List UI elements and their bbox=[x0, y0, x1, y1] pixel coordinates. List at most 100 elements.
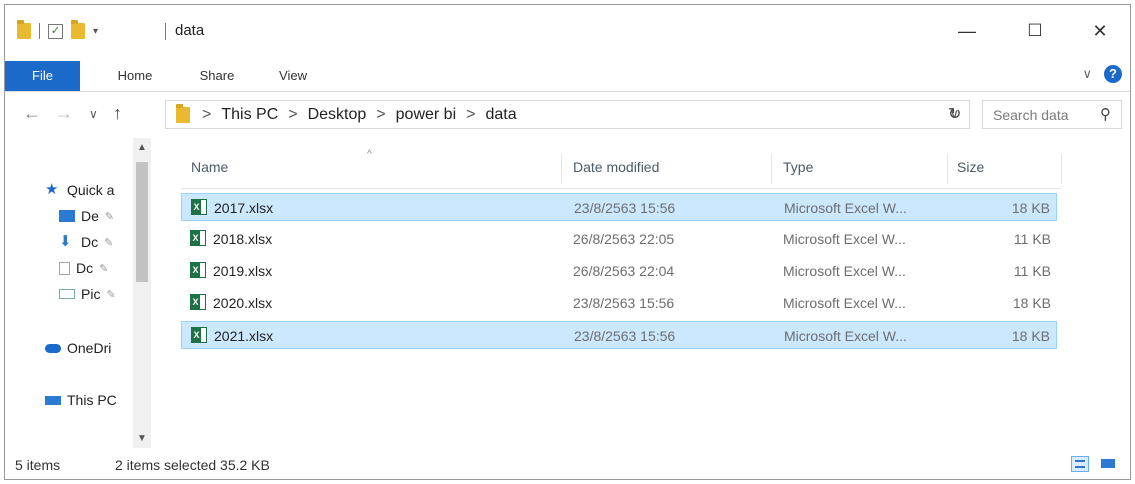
pin-icon: ✎ bbox=[104, 236, 114, 249]
breadcrumb-separator: > bbox=[202, 106, 212, 123]
quick-access-toolbar: ✓ ▾ bbox=[17, 20, 98, 39]
star-icon: ★ bbox=[45, 181, 59, 198]
divider bbox=[39, 23, 40, 39]
status-bar: 5 items 2 items selected 35.2 KB bbox=[5, 449, 1130, 479]
breadcrumb-power-bi[interactable]: power bi bbox=[396, 106, 456, 124]
excel-file-icon bbox=[191, 199, 207, 215]
file-date: 23/8/2563 15:56 bbox=[574, 328, 676, 344]
divider bbox=[165, 23, 166, 40]
nav-item-pictures[interactable]: Pic ✎ bbox=[59, 286, 116, 302]
pin-icon: ✎ bbox=[104, 210, 115, 223]
help-icon[interactable]: ? bbox=[1104, 65, 1122, 83]
refresh-icon[interactable]: ↻ bbox=[948, 104, 961, 124]
ribbon-controls: ∨ ? bbox=[1082, 65, 1122, 83]
file-size: 18 KB bbox=[1011, 328, 1050, 344]
large-icons-view-button[interactable] bbox=[1099, 456, 1117, 472]
back-arrow-icon[interactable]: ← bbox=[23, 103, 41, 124]
nav-item-label: Dc bbox=[76, 260, 94, 276]
item-count: 5 items bbox=[15, 457, 61, 473]
nav-item-label: Quick a bbox=[67, 182, 115, 198]
scroll-up-icon[interactable]: ▲ bbox=[133, 142, 151, 153]
computer-icon bbox=[45, 395, 61, 405]
column-headers: Name Date modified Type Size bbox=[181, 148, 1062, 189]
breadcrumb-separator: > bbox=[376, 106, 386, 123]
customize-toolbar-icon[interactable]: ▾ bbox=[93, 26, 98, 37]
column-divider[interactable] bbox=[561, 154, 562, 184]
nav-item-label: This PC bbox=[67, 392, 117, 408]
excel-file-icon bbox=[191, 327, 207, 343]
download-icon: ⬇ bbox=[59, 233, 72, 250]
column-divider[interactable] bbox=[1061, 154, 1062, 184]
nav-item-this-pc[interactable]: This PC bbox=[45, 392, 117, 408]
file-type: Microsoft Excel W... bbox=[783, 231, 906, 247]
file-name: 2020.xlsx bbox=[213, 295, 273, 311]
minimize-button[interactable]: — bbox=[947, 17, 987, 45]
file-row-2017[interactable]: 2017.xlsx 23/8/2563 15:56 Microsoft Exce… bbox=[181, 193, 1057, 221]
nav-item-desktop[interactable]: De ✎ bbox=[59, 208, 114, 224]
scroll-down-icon[interactable]: ▼ bbox=[133, 433, 151, 444]
scrollbar-thumb[interactable] bbox=[136, 162, 148, 282]
file-row-2019[interactable]: 2019.xlsx 26/8/2563 22:04 Microsoft Exce… bbox=[181, 257, 1057, 285]
file-date: 26/8/2563 22:05 bbox=[573, 231, 675, 247]
file-row-2018[interactable]: 2018.xlsx 26/8/2563 22:05 Microsoft Exce… bbox=[181, 225, 1057, 253]
details-view-button[interactable] bbox=[1071, 456, 1089, 472]
document-icon bbox=[59, 261, 70, 275]
nav-item-documents[interactable]: Dc ✎ bbox=[59, 260, 108, 276]
recent-locations-icon[interactable]: ∨ bbox=[89, 107, 98, 121]
up-arrow-icon[interactable]: ↑ bbox=[113, 103, 122, 124]
column-header-name[interactable]: Name bbox=[191, 159, 228, 175]
search-input[interactable]: Search data ⚲ bbox=[982, 100, 1122, 129]
search-icon[interactable]: ⚲ bbox=[1100, 105, 1111, 123]
tab-view[interactable]: View bbox=[263, 61, 323, 91]
file-type: Microsoft Excel W... bbox=[783, 295, 906, 311]
column-header-size[interactable]: Size bbox=[957, 159, 984, 175]
file-type: Microsoft Excel W... bbox=[783, 263, 906, 279]
new-folder-icon[interactable] bbox=[71, 20, 85, 39]
column-header-date-modified[interactable]: Date modified bbox=[573, 159, 659, 175]
file-type: Microsoft Excel W... bbox=[784, 328, 907, 344]
nav-item-onedrive[interactable]: OneDri bbox=[45, 340, 111, 356]
breadcrumb-desktop[interactable]: Desktop bbox=[308, 106, 367, 124]
cloud-icon bbox=[45, 343, 61, 353]
close-button[interactable]: ✕ bbox=[1080, 17, 1120, 45]
expand-ribbon-icon[interactable]: ∨ bbox=[1082, 66, 1092, 82]
nav-pane-scrollbar[interactable]: ▲ ▼ bbox=[133, 138, 151, 448]
pin-icon: ✎ bbox=[99, 262, 109, 275]
file-date: 23/8/2563 15:56 bbox=[573, 295, 675, 311]
maximize-button[interactable]: ☐ bbox=[1015, 17, 1055, 45]
file-row-2020[interactable]: 2020.xlsx 23/8/2563 15:56 Microsoft Exce… bbox=[181, 289, 1057, 317]
forward-arrow-icon[interactable]: → bbox=[55, 103, 73, 124]
desktop-icon bbox=[59, 210, 75, 222]
column-divider[interactable] bbox=[771, 154, 772, 184]
properties-check-icon[interactable]: ✓ bbox=[48, 23, 63, 39]
breadcrumb-data[interactable]: data bbox=[485, 106, 516, 124]
file-size: 11 KB bbox=[1013, 263, 1051, 279]
breadcrumb-separator: > bbox=[288, 106, 298, 123]
tab-share[interactable]: Share bbox=[187, 61, 247, 91]
title-bar: ✓ ▾ data — ☐ ✕ bbox=[5, 5, 1130, 61]
tab-file[interactable]: File bbox=[5, 61, 80, 91]
file-name: 2021.xlsx bbox=[214, 328, 274, 344]
breadcrumb-separator: > bbox=[466, 106, 476, 123]
search-placeholder: Search data bbox=[993, 107, 1069, 123]
column-divider[interactable] bbox=[947, 154, 948, 184]
excel-file-icon bbox=[190, 294, 206, 310]
address-bar[interactable]: > This PC > Desktop > power bi > data ∨ bbox=[165, 100, 970, 129]
nav-item-label: Dc bbox=[81, 234, 99, 250]
file-date: 23/8/2563 15:56 bbox=[574, 200, 676, 216]
column-header-type[interactable]: Type bbox=[783, 159, 813, 175]
sort-indicator-icon: ^ bbox=[367, 149, 372, 160]
excel-file-icon bbox=[190, 262, 206, 278]
file-row-2021[interactable]: 2021.xlsx 23/8/2563 15:56 Microsoft Exce… bbox=[181, 321, 1057, 349]
nav-item-quick-access[interactable]: ★ Quick a bbox=[45, 182, 114, 198]
pictures-icon bbox=[59, 289, 75, 299]
explorer-window: ✓ ▾ data — ☐ ✕ File Home Share View ∨ ? … bbox=[4, 4, 1131, 480]
folder-icon[interactable] bbox=[17, 20, 31, 39]
nav-item-downloads[interactable]: ⬇ Dc ✎ bbox=[59, 234, 113, 250]
selection-info: 2 items selected 35.2 KB bbox=[115, 457, 270, 473]
nav-item-label: OneDri bbox=[67, 340, 112, 356]
excel-file-icon bbox=[190, 230, 206, 246]
breadcrumb-this-pc[interactable]: This PC bbox=[221, 106, 278, 124]
tab-home[interactable]: Home bbox=[105, 61, 165, 91]
file-name: 2018.xlsx bbox=[213, 231, 273, 247]
